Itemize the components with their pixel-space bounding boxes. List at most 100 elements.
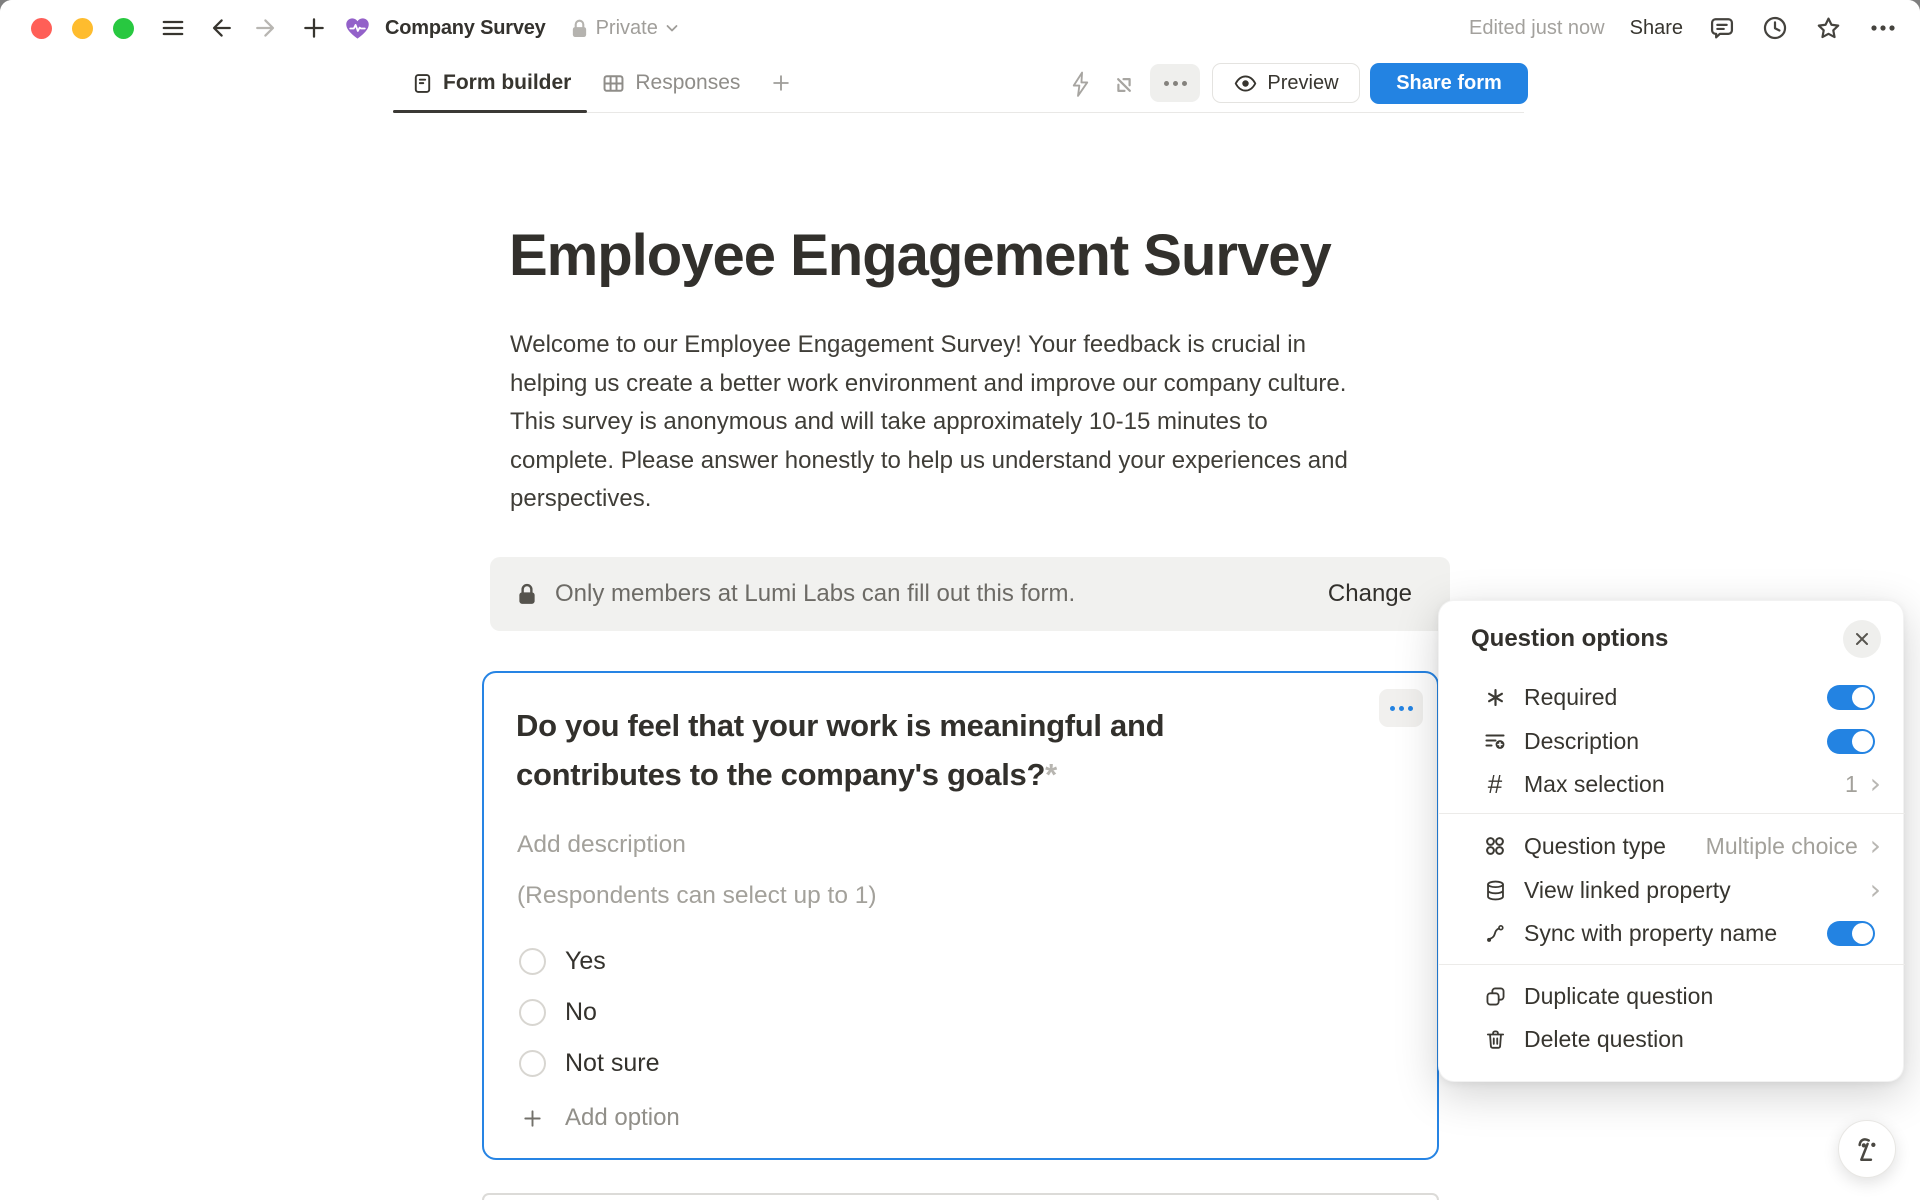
tab-form-builder[interactable]: Form builder bbox=[411, 71, 571, 95]
chevron-right-icon: › bbox=[1870, 836, 1881, 856]
sidebar-menu-icon[interactable] bbox=[160, 15, 186, 41]
database-icon bbox=[1481, 879, 1509, 902]
required-toggle[interactable] bbox=[1827, 685, 1875, 710]
eye-icon bbox=[1233, 71, 1258, 96]
back-icon[interactable] bbox=[207, 15, 233, 41]
radio-icon[interactable] bbox=[519, 948, 546, 975]
sync-property-icon bbox=[1481, 922, 1509, 945]
tab-form-builder-label: Form builder bbox=[443, 71, 571, 95]
popup-title: Question options bbox=[1471, 625, 1668, 653]
next-question-card-edge bbox=[482, 1193, 1439, 1200]
edited-timestamp: Edited just now bbox=[1469, 17, 1605, 40]
radio-icon[interactable] bbox=[519, 1050, 546, 1077]
tab-responses[interactable]: Responses bbox=[601, 71, 740, 96]
popup-divider bbox=[1439, 813, 1905, 814]
tab-responses-label: Responses bbox=[635, 71, 740, 95]
preview-button-label: Preview bbox=[1267, 72, 1338, 95]
menu-item-duplicate-question[interactable]: Duplicate question bbox=[1439, 974, 1905, 1018]
plus-icon bbox=[521, 1107, 544, 1130]
privacy-dropdown[interactable]: Private bbox=[570, 17, 679, 40]
share-button[interactable]: Share bbox=[1630, 17, 1683, 40]
trash-icon bbox=[1481, 1028, 1509, 1051]
option-row-no[interactable]: No bbox=[519, 994, 597, 1030]
history-icon[interactable] bbox=[1761, 14, 1789, 42]
privacy-label: Private bbox=[596, 17, 658, 40]
description-toggle[interactable] bbox=[1827, 729, 1875, 754]
minimize-window-button[interactable] bbox=[72, 18, 93, 39]
option-label: Not sure bbox=[565, 1049, 659, 1078]
share-form-button-label: Share form bbox=[1396, 72, 1502, 95]
menu-item-view-linked-property[interactable]: View linked property › bbox=[1439, 868, 1905, 912]
menu-item-question-type[interactable]: Question type Multiple choice › bbox=[1439, 824, 1905, 868]
menu-item-sync-property[interactable]: Sync with property name bbox=[1439, 911, 1905, 955]
chevron-right-icon: › bbox=[1870, 774, 1881, 794]
question-options-button[interactable] bbox=[1379, 689, 1423, 727]
responses-table-icon bbox=[601, 71, 626, 96]
menu-item-delete-question[interactable]: Delete question bbox=[1439, 1017, 1905, 1061]
preview-button[interactable]: Preview bbox=[1212, 63, 1360, 103]
add-option-label: Add option bbox=[565, 1104, 680, 1132]
share-form-button[interactable]: Share form bbox=[1370, 63, 1528, 104]
popup-divider bbox=[1439, 964, 1905, 965]
page-icon-heart bbox=[344, 15, 371, 42]
access-restriction-banner: Only members at Lumi Labs can fill out t… bbox=[490, 557, 1450, 631]
option-row-not-sure[interactable]: Not sure bbox=[519, 1045, 659, 1081]
automations-icon[interactable] bbox=[1068, 70, 1093, 99]
duplicate-icon bbox=[1481, 985, 1509, 1008]
add-option-button[interactable]: Add option bbox=[521, 1100, 680, 1136]
view-options-button[interactable] bbox=[1150, 64, 1200, 102]
question-options-popup: Question options Required Description # … bbox=[1438, 600, 1904, 1082]
menu-item-label: Duplicate question bbox=[1524, 983, 1713, 1010]
question-type-value: Multiple choice bbox=[1706, 833, 1858, 860]
chevron-right-icon: › bbox=[1870, 880, 1881, 900]
add-view-button[interactable] bbox=[770, 72, 792, 94]
menu-item-label: Question type bbox=[1524, 833, 1666, 860]
close-window-button[interactable] bbox=[31, 18, 52, 39]
close-icon bbox=[1854, 631, 1870, 647]
lock-icon bbox=[516, 582, 538, 606]
comments-icon[interactable] bbox=[1708, 14, 1736, 42]
new-page-icon[interactable] bbox=[301, 15, 327, 41]
max-selection-value: 1 bbox=[1845, 771, 1858, 798]
sync-toggle[interactable] bbox=[1827, 921, 1875, 946]
notion-ai-button[interactable] bbox=[1838, 1120, 1896, 1178]
question-title-text: Do you feel that your work is meaningful… bbox=[516, 708, 1164, 792]
asterisk-icon bbox=[1481, 687, 1509, 708]
option-row-yes[interactable]: Yes bbox=[519, 943, 606, 979]
traffic-lights bbox=[31, 0, 134, 56]
selection-note: (Respondents can select up to 1) bbox=[517, 882, 877, 910]
forward-icon[interactable] bbox=[254, 15, 280, 41]
more-options-icon[interactable] bbox=[1868, 14, 1898, 42]
menu-item-label: View linked property bbox=[1524, 877, 1731, 904]
required-marker: * bbox=[1045, 757, 1057, 792]
zoom-window-button[interactable] bbox=[113, 18, 134, 39]
form-title[interactable]: Employee Engagement Survey bbox=[509, 222, 1331, 289]
menu-item-required[interactable]: Required bbox=[1439, 675, 1905, 719]
menu-item-description[interactable]: Description bbox=[1439, 719, 1905, 763]
menu-item-label: Description bbox=[1524, 728, 1639, 755]
active-tab-underline bbox=[393, 110, 587, 113]
radio-icon[interactable] bbox=[519, 999, 546, 1026]
menu-item-label: Sync with property name bbox=[1524, 920, 1777, 947]
add-description-placeholder[interactable]: Add description bbox=[517, 831, 686, 859]
menu-item-label: Required bbox=[1524, 684, 1617, 711]
ai-face-icon bbox=[1851, 1132, 1883, 1166]
option-label: Yes bbox=[565, 947, 606, 976]
description-add-icon bbox=[1481, 729, 1509, 753]
form-builder-icon bbox=[411, 72, 434, 95]
form-intro-text[interactable]: Welcome to our Employee Engagement Surve… bbox=[510, 326, 1450, 519]
menu-item-label: Delete question bbox=[1524, 1026, 1684, 1053]
favorite-star-icon[interactable] bbox=[1814, 14, 1843, 43]
access-notice-text: Only members at Lumi Labs can fill out t… bbox=[555, 580, 1328, 608]
page-title[interactable]: Company Survey bbox=[385, 17, 546, 40]
hash-icon: # bbox=[1481, 769, 1509, 800]
menu-item-max-selection[interactable]: # Max selection 1 › bbox=[1439, 762, 1905, 806]
question-title[interactable]: Do you feel that your work is meaningful… bbox=[516, 701, 1236, 799]
change-access-button[interactable]: Change bbox=[1328, 580, 1412, 608]
close-popup-button[interactable] bbox=[1843, 620, 1881, 658]
menu-item-label: Max selection bbox=[1524, 771, 1665, 798]
chevron-down-icon bbox=[665, 23, 679, 33]
question-card[interactable]: Do you feel that your work is meaningful… bbox=[482, 671, 1439, 1160]
question-type-icon bbox=[1481, 834, 1509, 858]
expand-icon[interactable] bbox=[1110, 71, 1138, 99]
